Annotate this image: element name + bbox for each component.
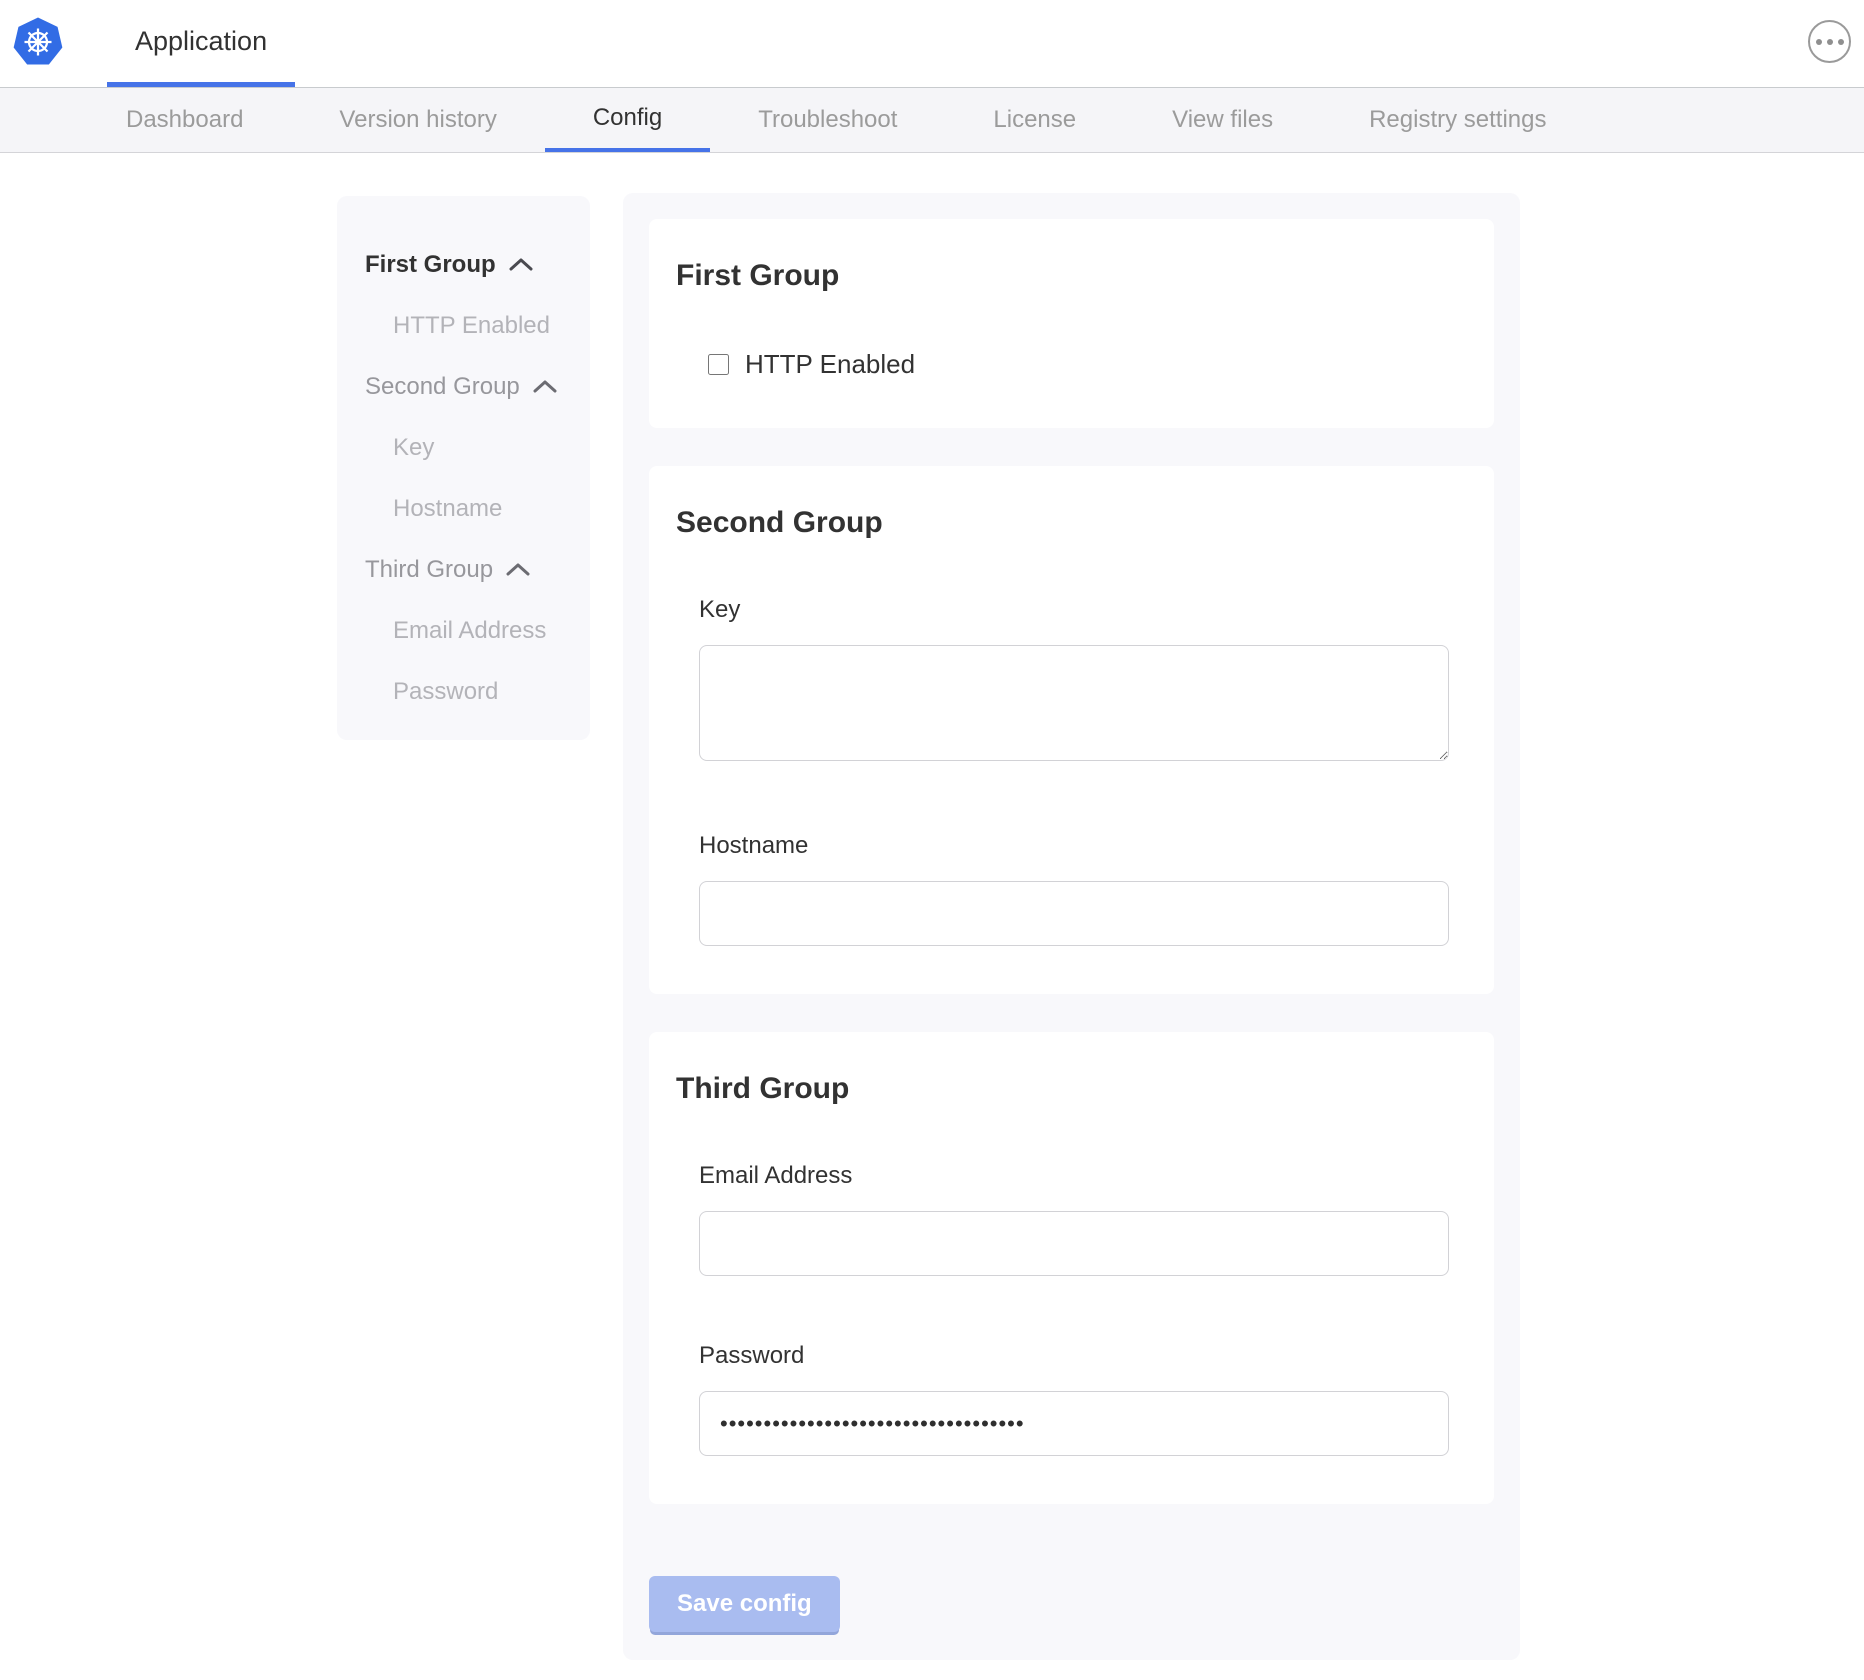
- chevron-up-icon: [533, 380, 557, 393]
- field-label-password: Password: [699, 1342, 1449, 1370]
- tab-troubleshoot[interactable]: Troubleshoot: [710, 88, 945, 152]
- tab-config[interactable]: Config: [545, 88, 710, 152]
- save-config-button[interactable]: Save config: [649, 1576, 840, 1632]
- tab-view-files[interactable]: View files: [1124, 88, 1321, 152]
- sidebar-group-second-group[interactable]: Second Group: [337, 356, 590, 417]
- sidebar-group-label: Third Group: [365, 556, 493, 584]
- email-address-input[interactable]: [699, 1211, 1449, 1276]
- field-hostname: Hostname: [699, 832, 1449, 946]
- sidebar-item-hostname[interactable]: Hostname: [337, 478, 590, 539]
- sidebar-group-third-group[interactable]: Third Group: [337, 539, 590, 600]
- nav-tabbar: Dashboard Version history Config Trouble…: [0, 88, 1864, 153]
- sidebar-group-first-group[interactable]: First Group: [337, 234, 590, 295]
- key-textarea[interactable]: [699, 645, 1449, 761]
- password-input[interactable]: [699, 1391, 1449, 1456]
- config-sidebar: First Group HTTP Enabled Second Group Ke…: [337, 196, 590, 740]
- config-group-card-third: Third Group Email Address Password: [649, 1032, 1494, 1504]
- sidebar-item-password[interactable]: Password: [337, 661, 590, 722]
- app-header: Application: [0, 0, 1864, 88]
- config-form-area: First Group HTTP Enabled Second Group Ke…: [623, 193, 1520, 1660]
- field-label-key: Key: [699, 596, 1449, 624]
- config-page: First Group HTTP Enabled Second Group Ke…: [0, 153, 1864, 1679]
- chevron-up-icon: [506, 563, 530, 576]
- sidebar-group-label: Second Group: [365, 373, 520, 401]
- kubernetes-logo-icon: [13, 15, 63, 69]
- group-title: First Group: [676, 259, 1449, 293]
- tab-license[interactable]: License: [945, 88, 1124, 152]
- hostname-input[interactable]: [699, 881, 1449, 946]
- app-tab-application[interactable]: Application: [107, 0, 295, 87]
- tab-dashboard[interactable]: Dashboard: [78, 88, 291, 152]
- config-group-card-second: Second Group Key Hostname: [649, 466, 1494, 994]
- field-label-hostname: Hostname: [699, 832, 1449, 860]
- group-title: Third Group: [676, 1072, 1449, 1106]
- group-title: Second Group: [676, 506, 1449, 540]
- tab-version-history[interactable]: Version history: [291, 88, 544, 152]
- http-enabled-checkbox[interactable]: [708, 354, 729, 375]
- field-label-email-address: Email Address: [699, 1162, 1449, 1190]
- overflow-menu-button[interactable]: [1808, 20, 1851, 63]
- http-enabled-checkbox-row[interactable]: HTTP Enabled: [708, 349, 1449, 380]
- sidebar-item-key[interactable]: Key: [337, 417, 590, 478]
- ellipsis-icon: [1816, 39, 1822, 45]
- field-password: Password: [699, 1342, 1449, 1456]
- field-key: Key: [699, 596, 1449, 766]
- sidebar-item-email-address[interactable]: Email Address: [337, 600, 590, 661]
- checkbox-label: HTTP Enabled: [745, 349, 915, 380]
- sidebar-item-http-enabled[interactable]: HTTP Enabled: [337, 295, 590, 356]
- tab-registry-settings[interactable]: Registry settings: [1321, 88, 1594, 152]
- config-group-card-first: First Group HTTP Enabled: [649, 219, 1494, 428]
- sidebar-group-label: First Group: [365, 251, 496, 279]
- chevron-up-icon: [509, 258, 533, 271]
- field-email-address: Email Address: [699, 1162, 1449, 1276]
